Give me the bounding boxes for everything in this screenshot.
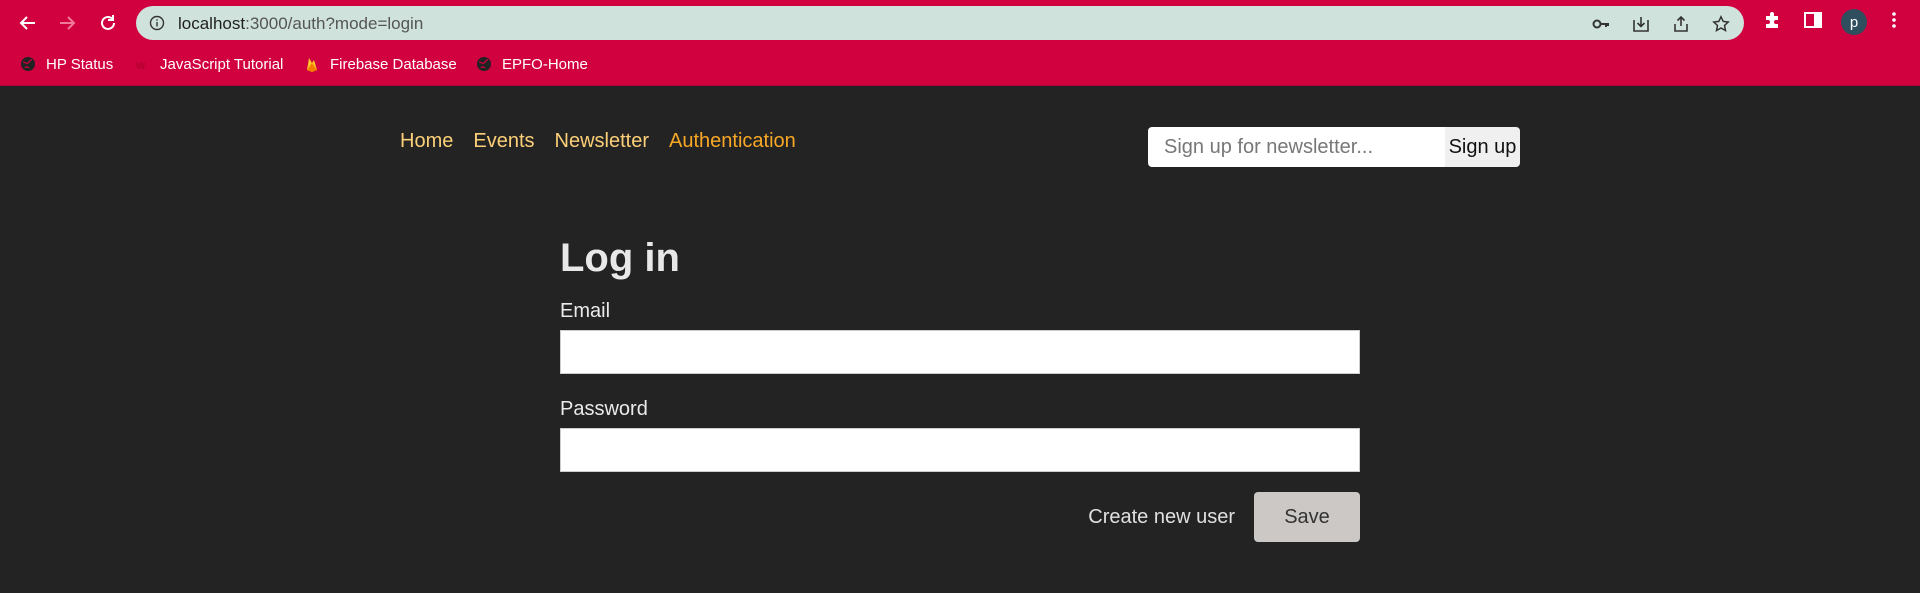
menu-kebab-icon[interactable] xyxy=(1884,10,1904,30)
nav-home-link[interactable]: Home xyxy=(400,130,453,153)
login-form: Log in Email Password Create new user Sa… xyxy=(560,236,1360,542)
address-bar[interactable]: localhost:3000/auth?mode=login xyxy=(136,6,1744,40)
bookmark-hp-status[interactable]: HP Status xyxy=(20,51,113,77)
bookmark-label: HP Status xyxy=(46,55,114,73)
create-new-user-link[interactable]: Create new user xyxy=(1088,506,1235,529)
password-field[interactable] xyxy=(560,428,1360,472)
extensions-icon[interactable] xyxy=(1762,10,1782,30)
nav-newsletter-link[interactable]: Newsletter xyxy=(555,130,649,153)
bookmark-javascript-tutorial[interactable]: w JavaScript Tutorial xyxy=(134,51,283,77)
newsletter-signup-button[interactable]: Sign up xyxy=(1445,127,1520,167)
email-label: Email xyxy=(560,300,611,322)
bookmark-label: Firebase Database xyxy=(330,55,457,73)
url-host: localhost xyxy=(178,14,246,33)
form-actions: Create new user Save xyxy=(560,492,1360,542)
globe-icon xyxy=(476,56,492,72)
reload-icon xyxy=(101,15,115,30)
bookmark-star-icon[interactable] xyxy=(1712,15,1730,33)
toolbar-divider xyxy=(0,85,1920,86)
page-title: Log in xyxy=(560,236,680,280)
profile-avatar[interactable]: p xyxy=(1841,9,1867,35)
password-label: Password xyxy=(560,398,648,420)
save-button[interactable]: Save xyxy=(1254,492,1360,542)
firebase-icon xyxy=(304,56,320,72)
url-text: localhost:3000/auth?mode=login xyxy=(178,14,423,34)
main-navigation: Home Events Newsletter Authentication xyxy=(400,130,796,153)
password-key-icon[interactable] xyxy=(1592,15,1610,33)
install-app-icon[interactable] xyxy=(1632,15,1650,33)
share-icon[interactable] xyxy=(1672,15,1690,33)
bookmark-label: JavaScript Tutorial xyxy=(160,55,284,73)
newsletter-email-input[interactable] xyxy=(1148,127,1445,167)
email-field[interactable] xyxy=(560,330,1360,374)
back-button[interactable] xyxy=(14,9,42,37)
arrow-left-icon xyxy=(19,16,35,30)
side-panel-icon[interactable] xyxy=(1803,10,1823,30)
url-path: :3000/auth?mode=login xyxy=(245,14,424,33)
w3schools-icon: w xyxy=(134,56,150,72)
bookmark-firebase-database[interactable]: Firebase Database xyxy=(304,51,457,77)
nav-events-link[interactable]: Events xyxy=(473,130,534,153)
bookmark-epfo-home[interactable]: EPFO-Home xyxy=(476,51,588,77)
forward-button[interactable] xyxy=(53,9,81,37)
site-info-icon[interactable] xyxy=(149,15,165,31)
nav-authentication-link[interactable]: Authentication xyxy=(669,130,796,153)
browser-toolbar: localhost:3000/auth?mode=login p HP Stat… xyxy=(0,0,1920,86)
arrow-right-icon xyxy=(60,16,76,30)
newsletter-signup-form: Sign up xyxy=(1148,127,1520,167)
globe-icon xyxy=(20,56,36,72)
reload-button[interactable] xyxy=(94,9,122,37)
bookmark-label: EPFO-Home xyxy=(502,55,588,73)
svg-text:w: w xyxy=(135,58,146,72)
